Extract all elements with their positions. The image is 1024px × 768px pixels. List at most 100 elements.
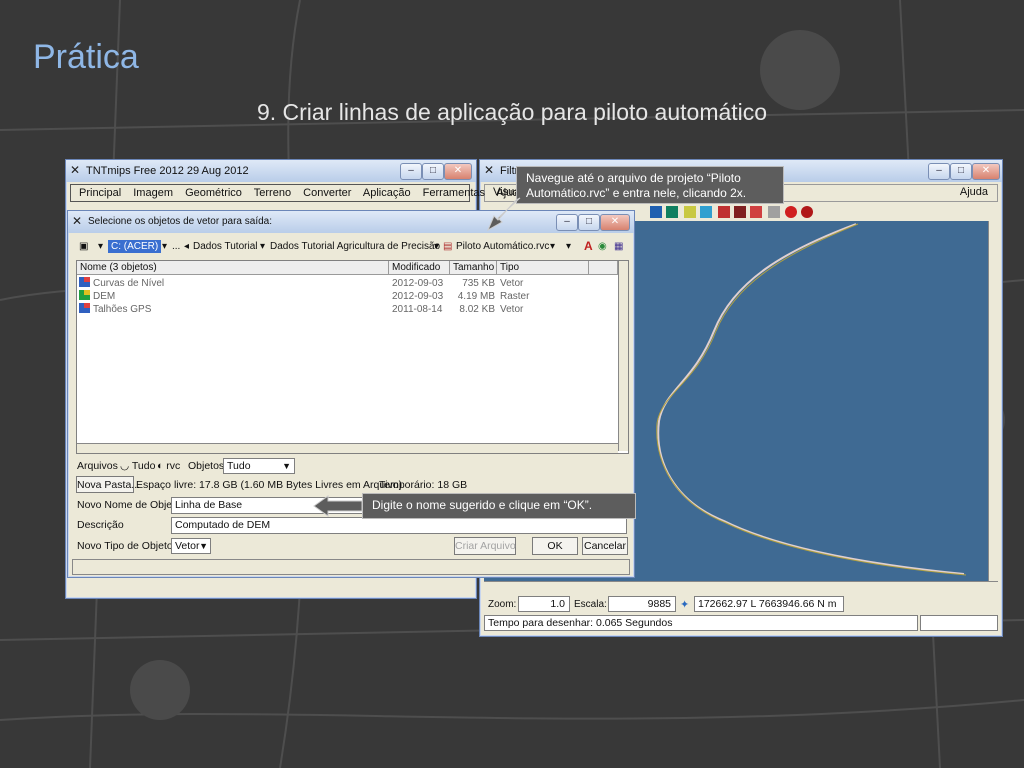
map-vscrollbar[interactable]	[988, 221, 998, 581]
position-icon: ✦	[680, 599, 690, 611]
breadcrumb-ellipsis[interactable]: ...	[172, 238, 180, 255]
file-modified: 2012-09-03	[392, 291, 444, 302]
zoom-field[interactable]: 1.0	[518, 596, 570, 612]
file-name: Talhões GPS	[93, 304, 152, 315]
breadcrumb-drive[interactable]: C: (ACER)	[108, 240, 162, 253]
dropdown-icon[interactable]: ▾	[566, 238, 571, 255]
description-input[interactable]: Computado de DEM	[171, 517, 627, 534]
slide-title: Prática	[33, 38, 139, 76]
column-type[interactable]: Tipo	[497, 261, 589, 275]
chevron-down-icon[interactable]: ▾	[260, 238, 265, 255]
breadcrumb-project[interactable]: Piloto Automático.rvc	[456, 238, 549, 255]
raster-file-icon	[79, 290, 90, 300]
arquivos-label: Arquivos	[77, 460, 118, 472]
dialog-title: Selecione os objetos de vetor para saída…	[88, 216, 273, 227]
cancel-button[interactable]: Cancelar	[582, 537, 628, 555]
list-item[interactable]: DEM 2012-09-03 4.19 MB Raster	[77, 290, 628, 303]
menu-imagem[interactable]: Imagem	[133, 187, 173, 199]
column-modified[interactable]: Modificado	[389, 261, 450, 275]
breadcrumb: ▣ ▾ C: (ACER) ▾ ... ◂ Dados Tutorial ▾ D…	[76, 238, 628, 255]
list-hscrollbar[interactable]	[77, 443, 618, 453]
folder-icon[interactable]: ▣	[79, 238, 88, 255]
radio-rvc[interactable]: ◐ rvc	[157, 460, 180, 472]
menu-converter[interactable]: Converter	[303, 187, 351, 199]
menu-ferramentas[interactable]: Ferramentas	[423, 187, 485, 199]
main-window-title: TNTmips Free 2012 29 Aug 2012	[86, 165, 249, 177]
callout-type-name: Digite o nome sugerido e clique em “OK”.	[362, 493, 636, 519]
radio-tudo-label: Tudo	[131, 460, 156, 472]
chevron-down-icon[interactable]: ▾	[550, 238, 555, 255]
column-spacer	[589, 261, 618, 275]
space-info: Espaço livre: 17.8 GB (1.60 MB Bytes Liv…	[136, 479, 403, 491]
draw-time-status: Tempo para desenhar: 0.065 Segundos	[484, 615, 918, 631]
ok-button[interactable]: OK	[532, 537, 578, 555]
column-size[interactable]: Tamanho	[450, 261, 497, 275]
coords-field: 172662.97 L 7663946.66 N m	[694, 596, 844, 612]
app-icon: ✕	[72, 214, 83, 228]
close-button[interactable]: ✕	[972, 163, 1000, 180]
close-button[interactable]: ✕	[600, 214, 630, 231]
slide-subtitle: 9. Criar linhas de aplicação para piloto…	[256, 99, 768, 125]
object-type-label: Novo Tipo de Objeto	[77, 540, 173, 552]
maximize-button[interactable]: □	[950, 163, 972, 180]
list-item[interactable]: Curvas de Nível 2012-09-03 735 KB Vetor	[77, 277, 628, 290]
map-hscrollbar[interactable]	[484, 581, 998, 592]
globe-icon[interactable]: ◉	[598, 238, 607, 255]
file-name: Curvas de Nível	[93, 278, 165, 289]
file-name: DEM	[93, 291, 116, 302]
app-icon: ✕	[484, 163, 495, 177]
file-type: Vetor	[500, 304, 524, 315]
minimize-button[interactable]: –	[928, 163, 950, 180]
new-name-label: Novo Nome de Objeto	[77, 499, 181, 511]
project-file-icon: ▤	[443, 241, 453, 252]
menu-terreno[interactable]: Terreno	[254, 187, 291, 199]
list-vscrollbar[interactable]	[618, 261, 628, 451]
file-type: Raster	[500, 291, 530, 302]
minimize-button[interactable]: –	[556, 214, 578, 231]
menu-principal[interactable]: Principal	[79, 187, 121, 199]
file-modified: 2011-08-14	[392, 304, 443, 315]
app-icon: ✕	[70, 163, 81, 177]
description-label: Descrição	[77, 519, 124, 531]
vector-file-icon	[79, 277, 90, 287]
create-file-button[interactable]: Criar Arquivo	[454, 537, 516, 555]
chevron-down-icon[interactable]: ▾	[162, 238, 167, 255]
chevron-down-icon: ▼	[282, 461, 291, 471]
radio-rvc-label: rvc	[166, 460, 181, 472]
close-button[interactable]: ✕	[444, 163, 472, 180]
select-dialog: ✕ Selecione os objetos de vetor para saí…	[67, 210, 635, 578]
grid-icon[interactable]: ▦	[614, 238, 623, 255]
new-folder-button[interactable]: Nova Pasta...	[76, 476, 140, 493]
objetos-select-value: Tudo	[227, 460, 251, 472]
breadcrumb-folder2[interactable]: Dados Tutorial Agricultura de Precisão	[270, 238, 440, 255]
file-size: 735 KB	[462, 278, 495, 289]
breadcrumb-folder1[interactable]: Dados Tutorial	[193, 238, 257, 255]
column-name[interactable]: Nome (3 objetos)	[77, 261, 389, 275]
menu-help[interactable]: Ajuda	[960, 186, 988, 198]
chevron-left-icon: ◂	[184, 241, 190, 252]
zoom-label: Zoom:	[488, 599, 517, 610]
dialog-titlebar[interactable]: ✕ Selecione os objetos de vetor para saí…	[68, 211, 634, 233]
list-item[interactable]: Talhões GPS 2011-08-14 8.02 KB Vetor	[77, 303, 628, 316]
status-extra	[920, 615, 998, 631]
maximize-button[interactable]: □	[422, 163, 444, 180]
scale-field[interactable]: 9885	[608, 596, 676, 612]
menu-geometrico[interactable]: Geométrico	[185, 187, 242, 199]
objetos-label: Objetos	[188, 460, 225, 472]
chevron-down-icon: ▼	[199, 541, 208, 551]
objetos-select[interactable]: Tudo ▼	[223, 458, 295, 474]
minimize-button[interactable]: –	[400, 163, 422, 180]
chevron-down-icon[interactable]: ▾	[434, 238, 439, 255]
maximize-button[interactable]: □	[578, 214, 600, 231]
callout-arrow-down-left	[486, 197, 521, 232]
file-list: Nome (3 objetos) Modificado Tamanho Tipo…	[76, 260, 629, 454]
object-type-select[interactable]: Vetor ▼	[171, 538, 211, 554]
file-type: Vetor	[500, 278, 524, 289]
history-dropdown-icon[interactable]: ▾	[98, 238, 103, 255]
radio-tudo[interactable]: ◡ Tudo	[120, 460, 155, 472]
font-icon[interactable]: A	[584, 238, 593, 255]
menu-aplicacao[interactable]: Aplicação	[363, 187, 411, 199]
toolbar-icons[interactable]	[650, 206, 813, 218]
dialog-status-bar	[72, 559, 630, 575]
callout-arrow-left	[313, 495, 363, 517]
